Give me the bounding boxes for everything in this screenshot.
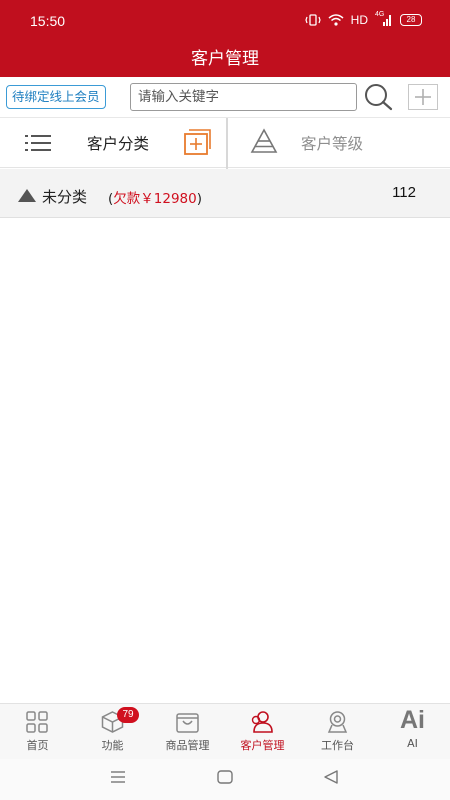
- nav-workbench-label: 工作台: [321, 739, 354, 752]
- level-pyramid-icon: [250, 128, 278, 154]
- home-square-icon[interactable]: [216, 769, 234, 785]
- customers-icon: [251, 711, 273, 733]
- nav-home[interactable]: 首页: [0, 704, 75, 760]
- debt-amount: 欠款￥12980: [113, 191, 197, 207]
- back-triangle-icon[interactable]: [322, 769, 340, 785]
- debt-close-paren: ): [196, 191, 203, 207]
- search-icon: [365, 84, 393, 111]
- tab-divider: [226, 118, 228, 169]
- workbench-icon: [327, 711, 348, 733]
- add-customer-button[interactable]: [408, 84, 438, 110]
- bottom-nav: 首页 79 功能 商品管理 客户管理 工作台 Ai AI: [0, 703, 450, 759]
- bag-icon: [176, 713, 199, 733]
- search-button[interactable]: [362, 82, 394, 112]
- category-row[interactable]: 未分类 (欠款￥12980) 112: [0, 169, 450, 218]
- home-grid-icon: [26, 711, 48, 733]
- pending-bind-members-button[interactable]: 待绑定线上会员: [6, 85, 106, 109]
- category-name: 未分类: [42, 188, 88, 206]
- status-time: 15:50: [30, 13, 66, 29]
- nav-ai[interactable]: Ai AI: [375, 704, 450, 760]
- page-title: 客户管理: [191, 49, 259, 69]
- plus-icon: [415, 89, 431, 105]
- tab-customer-category[interactable]: 客户分类: [87, 132, 149, 154]
- nav-functions[interactable]: 79 功能: [75, 704, 150, 760]
- network-type: HD: [350, 13, 368, 27]
- search-row: 待绑定线上会员: [0, 77, 450, 117]
- customer-management-screen: 15:50 HD 4G 28 客户管理 待绑定线上会员 请输入关键字 客户分类 …: [0, 0, 450, 800]
- app-header: 15:50 HD 4G 28 客户管理: [0, 0, 450, 77]
- ai-icon: Ai: [400, 706, 425, 734]
- nav-products[interactable]: 商品管理: [150, 704, 225, 760]
- category-debt: (欠款￥12980): [108, 187, 202, 207]
- add-category-icon: [184, 129, 211, 155]
- nav-functions-label: 功能: [101, 739, 124, 752]
- nav-ai-label: AI: [407, 737, 418, 750]
- battery-icon: 28: [400, 14, 422, 26]
- battery-level: 28: [406, 15, 416, 24]
- nav-customers-label: 客户管理: [240, 739, 285, 752]
- tabs-row: 客户分类 客户等级: [0, 117, 450, 169]
- nav-workbench[interactable]: 工作台: [300, 704, 375, 760]
- nav-customers[interactable]: 客户管理: [225, 704, 300, 760]
- tab-customer-level[interactable]: 客户等级: [301, 132, 363, 154]
- menu-icon[interactable]: [109, 769, 127, 785]
- search-input[interactable]: [130, 83, 357, 111]
- add-category-button[interactable]: [183, 128, 213, 156]
- menu-list-icon[interactable]: [24, 132, 52, 154]
- signal-icon: 4G: [375, 11, 393, 26]
- category-count: 112: [392, 184, 416, 201]
- expand-triangle-icon: [18, 189, 36, 202]
- vibrate-icon: [305, 14, 321, 26]
- wifi-icon: [328, 14, 344, 26]
- system-nav-bar: [0, 759, 450, 800]
- functions-badge: 79: [117, 707, 139, 723]
- status-bar: 15:50 HD 4G 28: [0, 0, 450, 44]
- status-icons: HD 4G 28: [305, 11, 422, 27]
- nav-products-label: 商品管理: [165, 739, 210, 752]
- nav-home-label: 首页: [26, 739, 49, 752]
